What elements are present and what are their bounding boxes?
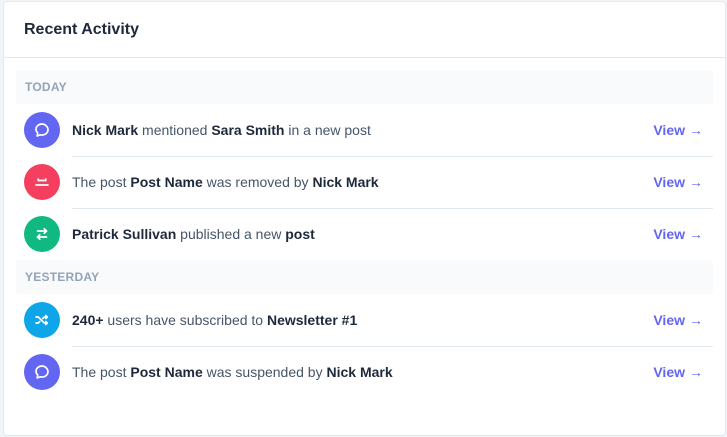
arrow-right-icon: →	[689, 364, 703, 380]
tray-icon	[24, 164, 60, 200]
view-link[interactable]: View →	[653, 174, 703, 190]
shuffle-icon	[24, 302, 60, 338]
activity-item: The post Post Name was removed by Nick M…	[16, 156, 713, 209]
activity-text: The post Post Name was removed by Nick M…	[72, 173, 379, 190]
group-header-yesterday: YESTERDAY	[16, 260, 713, 294]
arrow-right-icon: →	[689, 173, 703, 190]
swap-arrows-icon	[24, 216, 60, 252]
recent-activity-card: Recent Activity TODAY Nick Mark mentione…	[3, 1, 726, 436]
activity-item: Nick Mark mentioned Sara Smith in a new …	[16, 104, 713, 157]
group-header-today: TODAY	[16, 70, 713, 104]
activity-item: 240+ users have subscribed to Newsletter…	[16, 294, 713, 347]
activity-list: TODAY Nick Mark mentioned Sara Smith in …	[4, 58, 725, 398]
card-title: Recent Activity	[24, 20, 139, 38]
chat-bubble-icon	[24, 354, 60, 390]
activity-item: The post Post Name was suspended by Nick…	[16, 346, 713, 398]
chat-bubble-icon	[24, 112, 60, 148]
activity-text: Nick Mark mentioned Sara Smith in a new …	[72, 121, 371, 138]
view-link[interactable]: View →	[653, 364, 703, 380]
arrow-right-icon: →	[689, 311, 703, 328]
arrow-right-icon: →	[689, 226, 703, 242]
card-header: Recent Activity	[4, 2, 725, 58]
view-link[interactable]: View →	[653, 226, 703, 242]
activity-text: The post Post Name was suspended by Nick…	[72, 364, 393, 380]
view-link[interactable]: View →	[653, 312, 703, 328]
arrow-right-icon: →	[689, 121, 703, 138]
view-link[interactable]: View →	[653, 122, 703, 138]
activity-text: 240+ users have subscribed to Newsletter…	[72, 311, 358, 328]
activity-text: Patrick Sullivan published a new post	[72, 226, 315, 242]
activity-item: Patrick Sullivan published a new post Vi…	[16, 208, 713, 260]
